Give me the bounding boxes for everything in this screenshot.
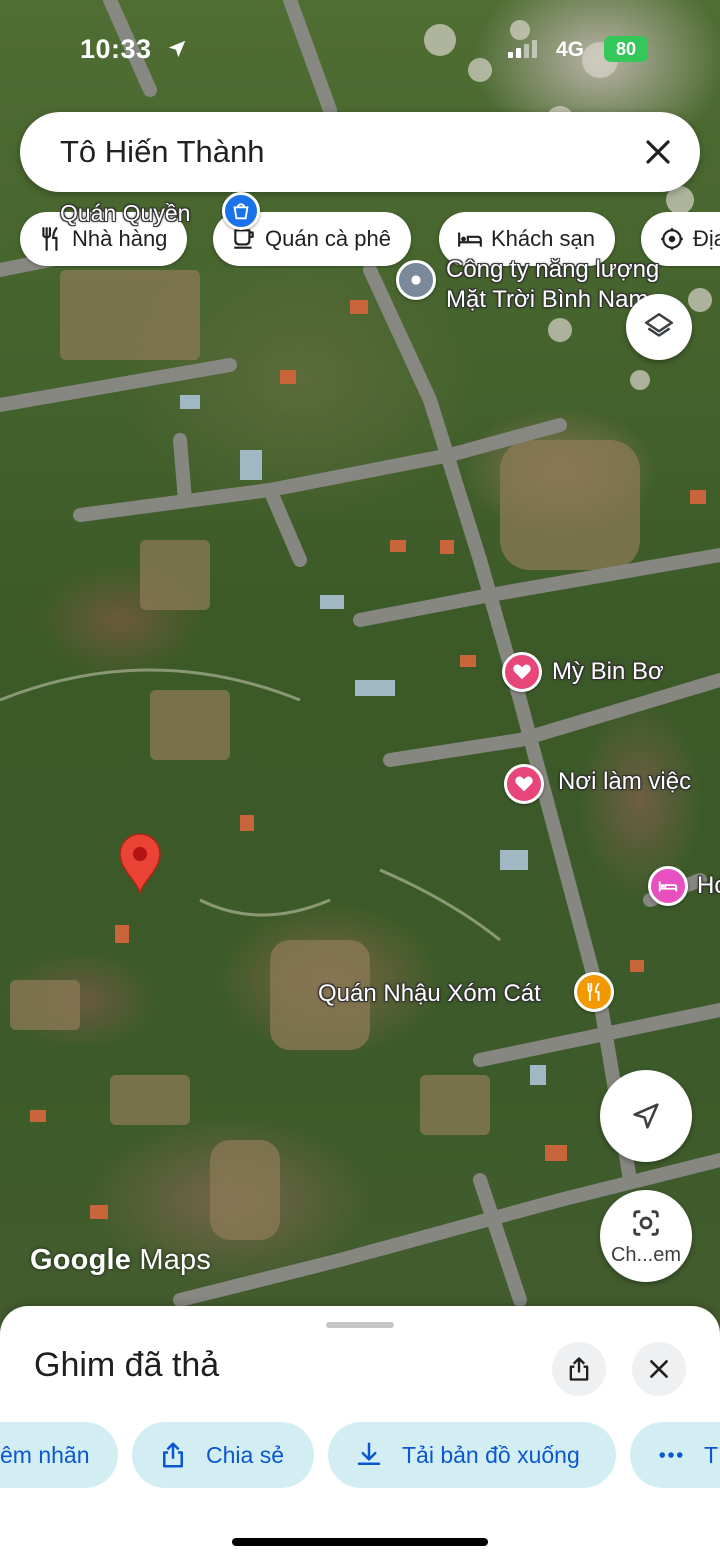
lens-caption: Ch...em [610, 1243, 682, 1266]
layers-icon [644, 312, 674, 337]
hotel-poi-marker[interactable] [648, 866, 688, 906]
company-poi-marker[interactable] [396, 260, 436, 300]
network-type: 4G [556, 38, 585, 61]
action-buttons-row: êm nhãn Chia sẻ Tải bản đồ xuống T [0, 1422, 720, 1490]
close-search-icon[interactable] [638, 132, 678, 172]
chip-label: Địa [693, 226, 720, 251]
attraction-icon [661, 228, 683, 250]
google-maps-logo: Google Maps [30, 1244, 211, 1277]
home-indicator [232, 1538, 488, 1546]
saved-favorite-marker[interactable] [504, 764, 544, 804]
poi-label-company-line2[interactable]: Mặt Trời Bình Nam [446, 286, 648, 314]
bed-icon [658, 881, 678, 892]
store-icon [233, 203, 249, 220]
heart-icon [515, 776, 533, 792]
chip-label: Nhà hàng [72, 226, 168, 251]
logo-maps: Maps [139, 1244, 212, 1276]
lens-search-button[interactable]: Ch...em [600, 1190, 692, 1282]
my-location-button[interactable] [600, 1070, 692, 1162]
action-label: êm nhãn [0, 1441, 90, 1468]
signal-icon [508, 40, 537, 58]
more-icon [659, 1452, 683, 1458]
restaurant-icon [587, 982, 600, 1002]
search-query[interactable]: Tô Hiến Thành [60, 134, 265, 170]
navigation-arrow-icon [633, 1103, 659, 1129]
share-button[interactable] [552, 1342, 606, 1396]
poi-label-hotel[interactable]: Ho [697, 872, 720, 900]
saved-favorite-marker[interactable] [502, 652, 542, 692]
dropped-pin-sheet[interactable]: Ghim đã thả êm nhãn Chia sẻ Tải bản đồ x… [0, 1306, 720, 1560]
chip-label: Quán cà phê [265, 226, 391, 251]
food-poi-marker[interactable] [574, 972, 614, 1012]
heart-icon [513, 664, 531, 680]
more-actions-button[interactable]: T [630, 1422, 720, 1488]
poi-label-noi-lam-viec[interactable]: Nơi làm việc [558, 768, 691, 796]
search-bar[interactable]: Tô Hiến Thành [20, 112, 700, 192]
action-label: T [704, 1441, 719, 1468]
status-bar: 10:33 4G 80 [0, 28, 720, 72]
poi-label-company-line1[interactable]: Công ty năng lượng [446, 256, 659, 284]
transit-poi-marker[interactable] [222, 192, 260, 230]
restaurant-icon [42, 227, 58, 251]
action-label: Tải bản đồ xuống [402, 1441, 580, 1468]
status-time: 10:33 [80, 34, 152, 64]
poi-label-quan-nhau[interactable]: Quán Nhậu Xóm Cát [318, 980, 541, 1008]
share-icon [163, 1442, 183, 1468]
close-sheet-button[interactable] [632, 1342, 686, 1396]
poi-label-my-bin-bo[interactable]: Mỳ Bin Bơ [552, 658, 664, 686]
close-icon [650, 1360, 668, 1378]
chip-label: Khách sạn [491, 226, 595, 251]
add-label-button[interactable]: êm nhãn [0, 1422, 118, 1488]
battery-indicator: 80 [604, 36, 648, 62]
poi-label-quan-quyen[interactable]: Quán Quyền [60, 200, 190, 227]
download-icon [357, 1442, 381, 1465]
logo-google: Google [30, 1244, 132, 1276]
share-icon [569, 1357, 589, 1381]
place-dot-icon [411, 275, 421, 285]
sheet-title: Ghim đã thả [34, 1346, 220, 1384]
action-label: Chia sẻ [206, 1441, 284, 1468]
coffee-icon [234, 229, 254, 249]
location-arrow-icon [168, 40, 186, 58]
dropped-pin-icon[interactable] [116, 832, 164, 896]
layers-button[interactable] [626, 294, 692, 360]
download-map-button[interactable]: Tải bản đồ xuống [328, 1422, 616, 1488]
sheet-drag-handle[interactable] [326, 1322, 394, 1328]
camera-lens-icon [633, 1209, 659, 1236]
hotel-icon [458, 232, 482, 247]
share-action-button[interactable]: Chia sẻ [132, 1422, 314, 1488]
